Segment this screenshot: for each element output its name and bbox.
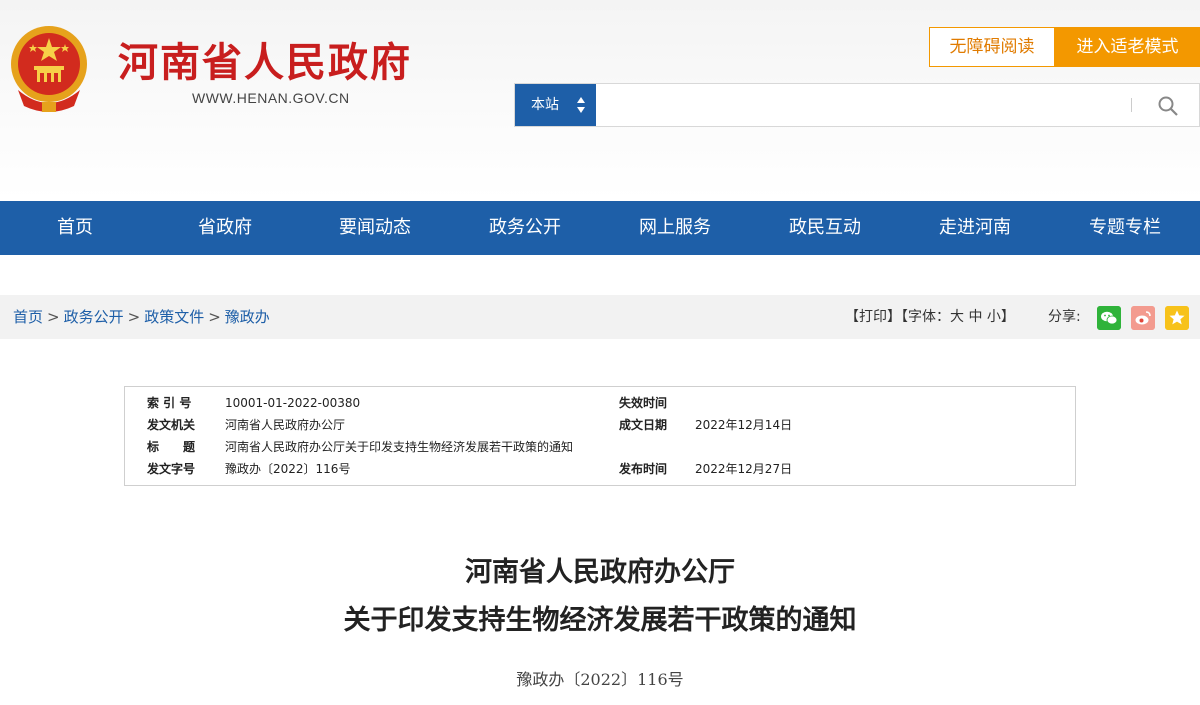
nav-item-news[interactable]: 要闻动态	[300, 201, 450, 255]
wechat-share-icon[interactable]	[1097, 306, 1121, 330]
elder-mode-button[interactable]: 进入适老模式	[1055, 27, 1200, 67]
info-row: 索 引 号 10001-01-2022-00380 失效时间	[125, 392, 1075, 414]
font-large-button[interactable]: 大	[950, 309, 964, 325]
title-value: 河南省人民政府办公厅关于印发支持生物经济发展若干政策的通知	[225, 440, 574, 454]
nav-item-interaction[interactable]: 政民互动	[750, 201, 900, 255]
breadcrumb-separator: >	[208, 308, 221, 326]
publish-time-value: 2022年12月27日	[695, 462, 793, 476]
site-url: WWW.HENAN.GOV.CN	[192, 90, 350, 106]
search-bar: 本站	[514, 83, 1200, 127]
document-info-table: 索 引 号 10001-01-2022-00380 失效时间 发文机关 河南省人…	[124, 386, 1076, 486]
search-scope-label: 本站	[531, 97, 559, 113]
document-title-line-1: 河南省人民政府办公厅	[465, 557, 735, 588]
font-size-prefix: 【字体：	[901, 309, 950, 325]
publish-time-label: 发布时间	[619, 462, 668, 476]
font-small-button[interactable]: 小	[987, 309, 1001, 325]
breadcrumb-separator: >	[127, 308, 141, 326]
nav-item-government-affairs[interactable]: 政务公开	[450, 201, 600, 255]
breadcrumb-bar: 首页 > 政务公开 > 政策文件 > 豫政办 【打印】【字体：大 中 小】 分享:	[0, 295, 1200, 339]
font-medium-button[interactable]: 中	[968, 309, 982, 325]
document-number-value: 豫政办〔2022〕116号	[225, 462, 351, 476]
written-date-label: 成文日期	[619, 418, 668, 432]
nav-item-home[interactable]: 首页	[0, 201, 150, 255]
site-title[interactable]: 河南省人民政府	[118, 30, 412, 88]
nav-item-about-henan[interactable]: 走进河南	[900, 201, 1050, 255]
nav-item-provincial-government[interactable]: 省政府	[150, 201, 300, 255]
issuer-value: 河南省人民政府办公厅	[225, 418, 346, 432]
up-down-arrow-icon	[577, 97, 585, 113]
index-number-label: 索 引 号	[147, 396, 192, 410]
breadcrumb-separator: >	[47, 308, 60, 326]
expire-time-label: 失效时间	[619, 396, 668, 410]
document-number-label: 发文字号	[147, 462, 196, 476]
nav-item-special-topics[interactable]: 专题专栏	[1050, 201, 1200, 255]
info-row: 标 题 河南省人民政府办公厅关于印发支持生物经济发展若干政策的通知	[125, 436, 1075, 458]
page-tools: 【打印】【字体：大 中 小】	[845, 295, 1015, 339]
index-number-value: 10001-01-2022-00380	[225, 396, 361, 410]
breadcrumb-home[interactable]: 首页	[13, 308, 43, 326]
breadcrumb: 首页 > 政务公开 > 政策文件 > 豫政办	[13, 295, 270, 339]
document-title-line-2: 关于印发支持生物经济发展若干政策的通知	[343, 605, 857, 636]
breadcrumb-yuzhengban[interactable]: 豫政办	[225, 308, 270, 326]
info-row: 发文字号 豫政办〔2022〕116号 发布时间 2022年12月27日	[125, 458, 1075, 480]
nav-item-online-services[interactable]: 网上服务	[600, 201, 750, 255]
search-icon[interactable]	[1157, 95, 1179, 117]
issuer-label: 发文机关	[147, 418, 196, 432]
search-divider	[1131, 98, 1132, 112]
main-nav: 首页 省政府 要闻动态 政务公开 网上服务 政民互动 走进河南 专题专栏	[0, 201, 1200, 255]
title-label: 标 题	[147, 440, 196, 454]
breadcrumb-government-affairs[interactable]: 政务公开	[64, 308, 124, 326]
star-favorite-icon[interactable]	[1165, 306, 1189, 330]
accessibility-reading-button[interactable]: 无障碍阅读	[929, 27, 1055, 67]
info-row: 发文机关 河南省人民政府办公厅 成文日期 2022年12月14日	[125, 414, 1075, 436]
national-emblem-icon[interactable]	[8, 20, 90, 116]
breadcrumb-policy-documents[interactable]: 政策文件	[144, 308, 204, 326]
share-label: 分享:	[1048, 309, 1081, 325]
search-input[interactable]	[597, 84, 1137, 126]
print-button[interactable]: 【打印】	[845, 309, 901, 325]
font-size-suffix: 】	[1000, 309, 1015, 325]
search-scope-select[interactable]: 本站	[515, 84, 596, 126]
weibo-share-icon[interactable]	[1131, 306, 1155, 330]
written-date-value: 2022年12月14日	[695, 418, 793, 432]
site-header: 河南省人民政府 WWW.HENAN.GOV.CN 无障碍阅读 进入适老模式 本站	[0, 0, 1200, 200]
document-number: 豫政办〔2022〕116号	[516, 670, 684, 689]
